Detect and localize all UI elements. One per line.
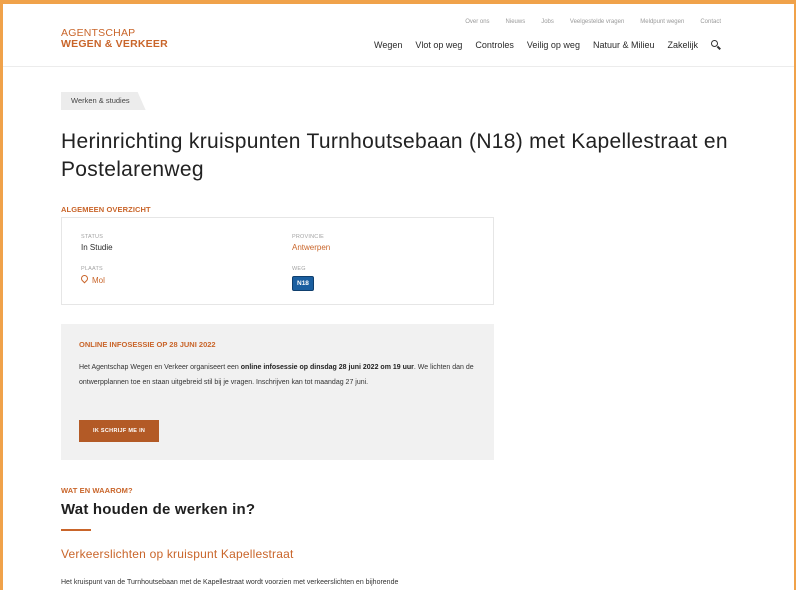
plaats-label: Plaats <box>81 266 103 272</box>
nav-veilig-op-weg[interactable]: Veilig op weg <box>527 40 580 50</box>
page-title: Herinrichting kruispunten Turnhoutsebaan… <box>61 130 728 181</box>
breadcrumb[interactable]: Werken & studies <box>61 92 146 110</box>
top-utility-nav: Over ons Nieuws Jobs Veelgestelde vragen… <box>465 19 721 25</box>
topnav-nieuws[interactable]: Nieuws <box>506 19 526 25</box>
infosession-title: Online infosessie op 28 juni 2022 <box>79 340 216 349</box>
site-logo[interactable]: Agentschap Wegen & Verkeer <box>61 28 168 50</box>
map-pin-icon <box>79 273 90 284</box>
topnav-over-ons[interactable]: Over ons <box>465 19 489 25</box>
overview-card: Status In Studie Provincie Antwerpen Pla… <box>61 217 494 305</box>
status-label: Status <box>81 234 104 240</box>
topnav-contact[interactable]: Contact <box>700 19 721 25</box>
logo-line-2: Wegen & Verkeer <box>61 38 168 50</box>
nav-natuur-milieu[interactable]: Natuur & Milieu <box>593 40 655 50</box>
browser-viewport: Agentschap Wegen & Verkeer Over ons Nieu… <box>0 0 796 590</box>
plaats-link[interactable]: Mol <box>79 273 105 285</box>
heading-underline <box>61 529 91 531</box>
search-icon[interactable] <box>711 40 721 50</box>
status-field: Status In Studie <box>81 234 113 252</box>
weg-field: Weg N18 <box>292 266 314 291</box>
provincie-label: Provincie <box>292 234 325 240</box>
topnav-meldpunt-wegen[interactable]: Meldpunt wegen <box>640 19 684 25</box>
infosession-box: Online infosessie op 28 juni 2022 Het Ag… <box>61 324 494 460</box>
works-heading: Wat houden de werken in? <box>61 501 256 518</box>
infosession-text: Het Agentschap Wegen en Verkeer organise… <box>79 360 474 390</box>
nav-vlot-op-weg[interactable]: Vlot op weg <box>415 40 462 50</box>
topnav-veelgestelde-vragen[interactable]: Veelgestelde vragen <box>570 19 624 25</box>
works-label: Wat en waarom? <box>61 486 133 495</box>
site-header: Agentschap Wegen & Verkeer Over ons Nieu… <box>3 4 794 67</box>
nav-wegen[interactable]: Wegen <box>374 40 402 50</box>
main-nav: Wegen Vlot op weg Controles Veilig op we… <box>374 40 721 50</box>
overview-label: Algemeen overzicht <box>61 205 151 214</box>
status-value: In Studie <box>81 243 113 252</box>
works-paragraph: Het kruispunt van de Turnhoutsebaan met … <box>61 579 399 586</box>
infosession-text-bold: online infosessie op dinsdag 28 juni 202… <box>240 364 414 371</box>
provincie-link[interactable]: Antwerpen <box>292 243 330 252</box>
register-button[interactable]: Ik schrijf me in <box>79 420 160 442</box>
nav-controles[interactable]: Controles <box>475 40 514 50</box>
plaats-value: Mol <box>92 276 105 285</box>
provincie-field: Provincie Antwerpen <box>292 234 330 252</box>
plaats-field: Plaats Mol <box>79 266 105 285</box>
infosession-text-part1: Het Agentschap Wegen en Verkeer organise… <box>79 364 241 371</box>
nav-zakelijk[interactable]: Zakelijk <box>667 40 698 50</box>
works-subheading: Verkeerslichten op kruispunt Kapellestra… <box>61 547 294 561</box>
weg-label: Weg <box>292 266 306 272</box>
road-badge[interactable]: N18 <box>292 276 314 291</box>
topnav-jobs[interactable]: Jobs <box>541 19 554 25</box>
